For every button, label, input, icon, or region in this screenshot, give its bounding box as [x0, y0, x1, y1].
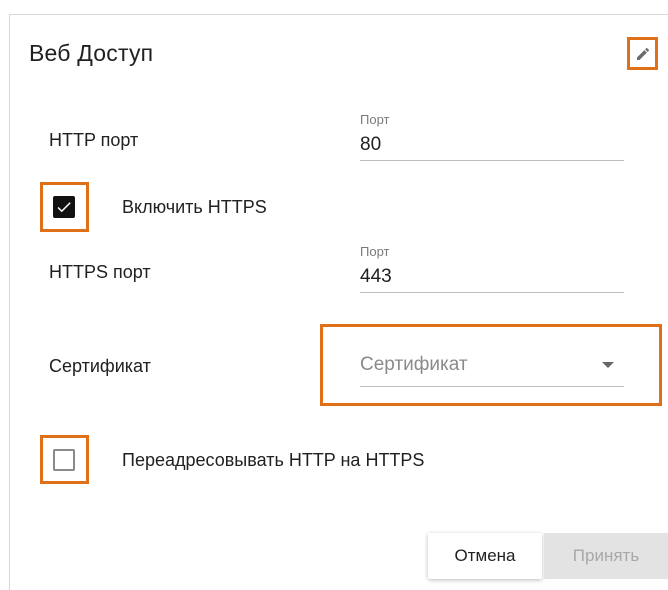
cancel-button[interactable]: Отмена — [428, 533, 542, 579]
checkmark-icon — [57, 202, 71, 213]
dropdown-caret-icon — [602, 362, 614, 368]
web-access-dialog: Веб Доступ HTTP порт Порт 80 Включить HT… — [0, 0, 668, 590]
https-port-underline — [360, 292, 624, 293]
http-port-field[interactable]: Порт 80 — [360, 112, 624, 161]
redirect-checkbox[interactable] — [53, 449, 75, 471]
dialog-title: Веб Доступ — [29, 40, 154, 66]
certificate-select-placeholder: Сертификат — [360, 354, 468, 375]
https-port-float-label: Порт — [360, 244, 390, 259]
https-port-label: HTTPS порт — [49, 262, 151, 282]
http-port-underline — [360, 160, 624, 161]
card-border-left — [9, 14, 10, 590]
enable-https-checkbox[interactable] — [53, 196, 75, 218]
http-port-label: HTTP порт — [49, 130, 139, 150]
http-port-input[interactable]: 80 — [360, 128, 624, 158]
edit-button[interactable] — [627, 37, 658, 70]
certificate-label: Сертификат — [49, 356, 151, 376]
pencil-icon — [636, 47, 649, 60]
https-port-field[interactable]: Порт 443 — [360, 244, 624, 293]
certificate-select-underline — [360, 386, 624, 387]
card-border-top — [9, 14, 668, 15]
http-port-float-label: Порт — [360, 112, 390, 127]
accept-button[interactable]: Принять — [544, 533, 668, 579]
certificate-select[interactable]: Сертификат — [360, 352, 624, 387]
redirect-label: Переадресовывать HTTP на HTTPS — [122, 450, 425, 470]
enable-https-label: Включить HTTPS — [122, 197, 267, 217]
https-port-input[interactable]: 443 — [360, 260, 624, 290]
